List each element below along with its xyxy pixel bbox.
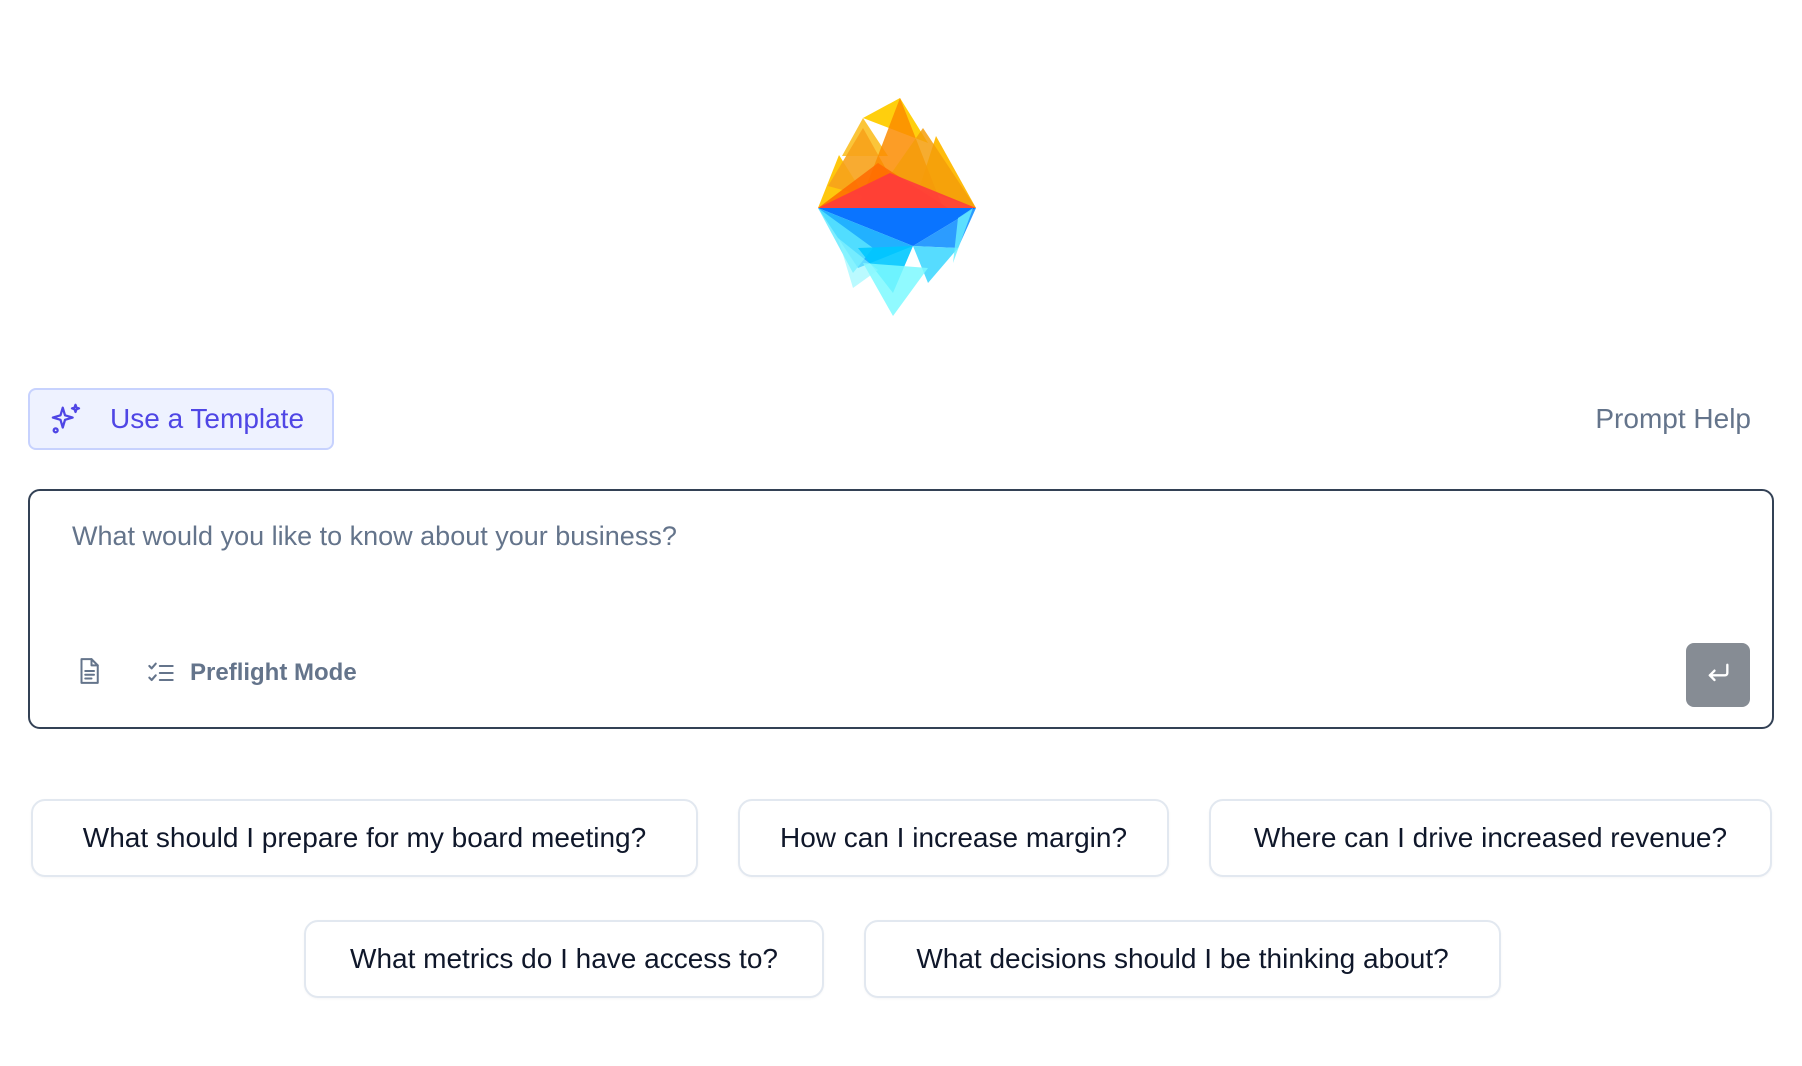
enter-icon <box>1704 659 1732 692</box>
checklist-icon <box>145 657 177 689</box>
sparkles-icon <box>50 402 84 436</box>
prompt-input[interactable] <box>72 521 1712 611</box>
prompt-composer: Preflight Mode <box>28 489 1774 729</box>
suggestion-chip[interactable]: What metrics do I have access to? <box>304 920 824 998</box>
suggestion-chip[interactable]: Where can I drive increased revenue? <box>1209 799 1772 877</box>
preflight-mode-label: Preflight Mode <box>190 659 357 686</box>
home-page: Use a Template Prompt Help What would yo… <box>0 0 1802 1066</box>
prompt-help-link[interactable]: Prompt Help <box>1595 403 1751 435</box>
document-icon <box>74 655 104 692</box>
suggestion-chip[interactable]: What should I prepare for my board meeti… <box>31 799 698 877</box>
suggestion-chip[interactable]: How can I increase margin? <box>738 799 1169 877</box>
prompt-toolbar: Use a Template Prompt Help <box>28 388 1774 453</box>
use-template-label: Use a Template <box>110 403 305 434</box>
send-button[interactable] <box>1686 643 1750 707</box>
suggestion-chip[interactable]: What decisions should I be thinking abou… <box>864 920 1501 998</box>
preflight-mode-toggle[interactable]: Preflight Mode <box>145 654 357 692</box>
attach-document-button[interactable] <box>72 656 106 690</box>
use-template-button[interactable]: Use a Template <box>28 388 334 450</box>
iceberg-logo-icon <box>818 98 976 316</box>
